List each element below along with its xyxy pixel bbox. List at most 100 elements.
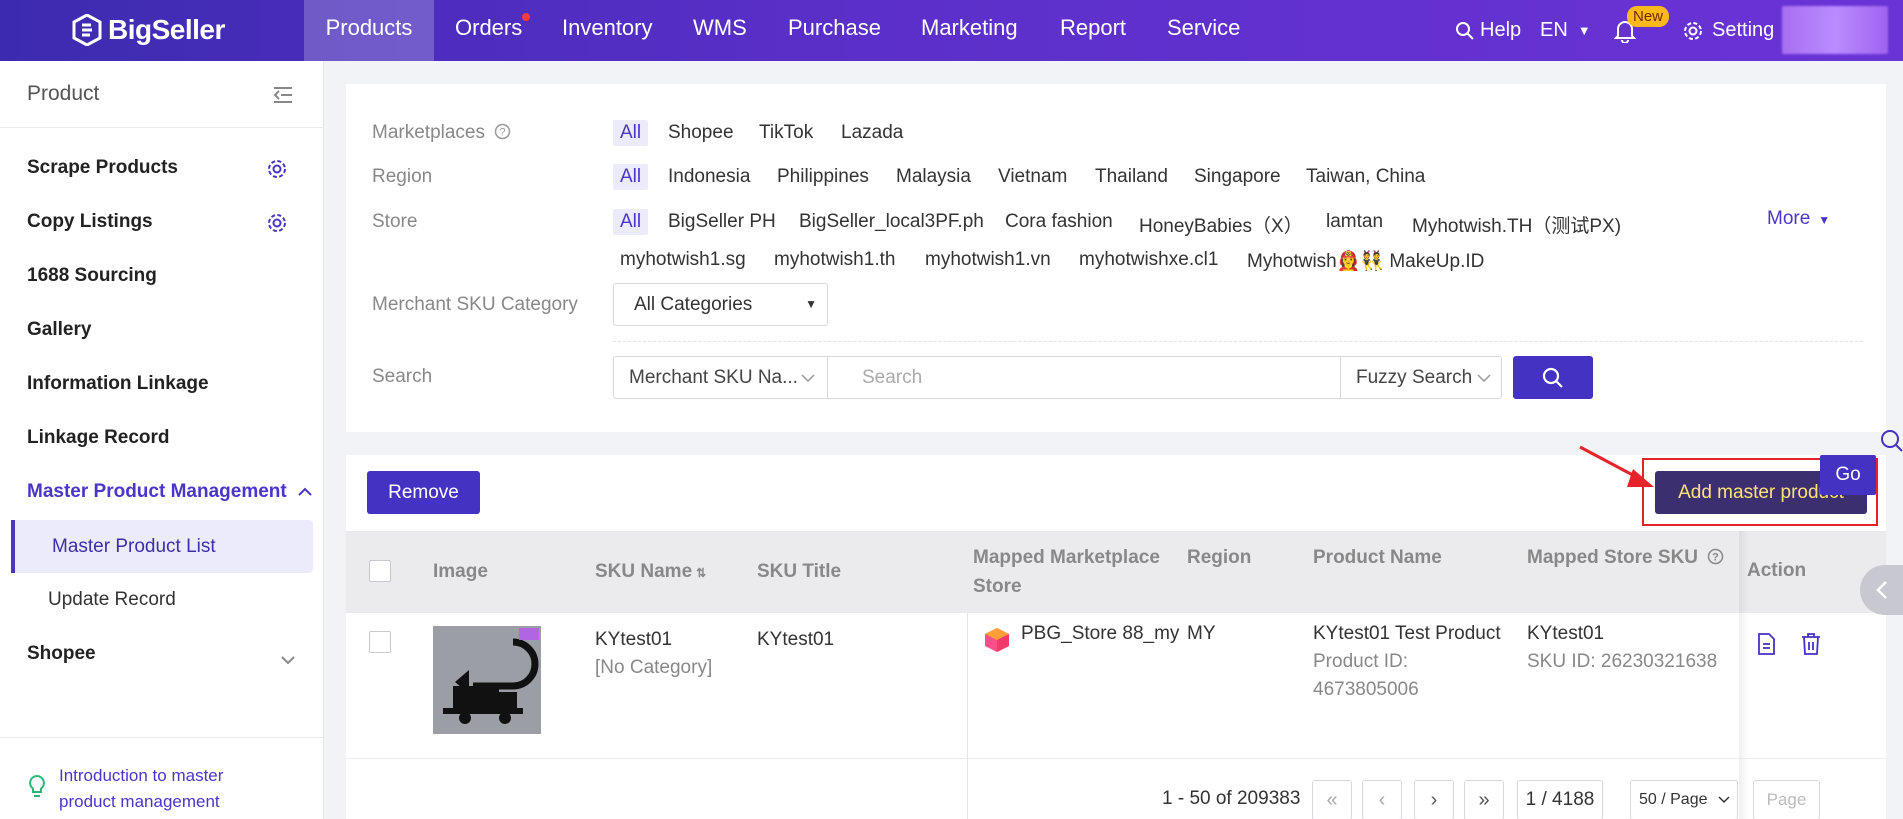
gear-icon[interactable] (266, 212, 288, 240)
page-input[interactable]: Page (1753, 780, 1820, 819)
help-circle-icon[interactable]: ? (1707, 545, 1724, 574)
sidebar-item-gallery[interactable]: Gallery (27, 319, 91, 341)
remove-button[interactable]: Remove (367, 471, 480, 514)
category-label: Merchant SKU Category (372, 294, 578, 315)
category-value: All Categories (634, 294, 753, 315)
filter-panel: Marketplaces ? All Shopee TikTok Lazada … (346, 84, 1886, 432)
sidebar-item-master-product-list[interactable]: Master Product List (11, 520, 313, 573)
language-label: EN (1540, 19, 1568, 41)
side-drawer-tab[interactable] (1860, 565, 1903, 615)
column-mapped-store-sku: Mapped Store SKU ? (1527, 543, 1724, 574)
store-sku: KYtest01 (1527, 623, 1605, 644)
nav-service[interactable]: Service (1167, 0, 1240, 61)
chip-store[interactable]: myhotwish1.vn (925, 249, 1051, 271)
chip-region-malaysia[interactable]: Malaysia (896, 166, 971, 188)
help-link[interactable]: Help (1455, 0, 1521, 61)
chip-region-vietnam[interactable]: Vietnam (998, 166, 1067, 188)
nav-purchase[interactable]: Purchase (788, 0, 881, 61)
search-button[interactable] (1513, 356, 1593, 399)
floating-search-icon[interactable] (1879, 428, 1903, 458)
bigseller-logo[interactable]: BigSeller (72, 12, 225, 48)
pagination-summary: 1 - 50 of 209383 (1162, 788, 1301, 809)
sidebar-item-label: Information Linkage (27, 373, 209, 394)
notification-dot (522, 13, 530, 21)
intro-link[interactable]: Introduction to master product managemen… (59, 763, 279, 815)
sidebar-title: Product (27, 82, 100, 105)
sidebar-item-update-record[interactable]: Update Record (11, 573, 313, 626)
chip-store[interactable]: BigSeller PH (668, 211, 776, 233)
product-image[interactable] (433, 626, 541, 734)
chip-region-philippines[interactable]: Philippines (777, 166, 869, 188)
language-select[interactable]: EN ▼ (1540, 0, 1591, 61)
chip-store[interactable]: myhotwishxe.cl1 (1079, 249, 1218, 271)
delete-trash-icon[interactable] (1801, 633, 1821, 661)
new-badge: New (1627, 6, 1670, 27)
row-checkbox[interactable] (369, 631, 391, 653)
search-mode-select[interactable]: Fuzzy Search (1341, 356, 1502, 399)
column-mapped-marketplace-store: Mapped Marketplace Store (973, 543, 1160, 601)
nav-orders[interactable]: Orders (455, 0, 530, 61)
column-sku-name[interactable]: SKU Name ⇅ (595, 557, 706, 588)
chip-store[interactable]: myhotwish1.th (774, 249, 895, 271)
next-page-button[interactable]: › (1414, 780, 1454, 819)
setting-button[interactable]: Setting (1682, 0, 1774, 61)
column-product-name: Product Name (1313, 547, 1442, 568)
page-size-select[interactable]: 50 / Page (1630, 780, 1738, 819)
mapped-store: PBG_Store 88_my (1021, 623, 1180, 644)
sidebar-item-shopee[interactable]: Shopee (27, 643, 96, 665)
chip-store[interactable]: BigSeller_local3PF.ph (799, 211, 984, 233)
search-input[interactable]: Search (828, 356, 1341, 399)
sidebar-item-1688-sourcing[interactable]: 1688 Sourcing (27, 265, 157, 287)
search-field-select[interactable]: Merchant SKU Na... (613, 356, 828, 399)
chevron-down-icon[interactable] (280, 649, 296, 671)
category-select[interactable]: All Categories ▼ (613, 283, 828, 326)
collapse-menu-icon[interactable] (272, 85, 294, 111)
sidebar-item-linkage-record[interactable]: Linkage Record (27, 427, 170, 449)
more-stores-toggle[interactable]: More ▼ (1767, 208, 1830, 230)
edit-document-icon[interactable] (1756, 633, 1776, 661)
chip-marketplace-shopee[interactable]: Shopee (668, 122, 734, 144)
product-name[interactable]: KYtest01 Test Product (1313, 620, 1501, 648)
chip-store-all[interactable]: All (613, 209, 649, 235)
sku-name[interactable]: KYtest01 (595, 626, 672, 654)
chip-region-indonesia[interactable]: Indonesia (668, 166, 750, 188)
last-page-button[interactable]: » (1464, 780, 1504, 819)
chip-store[interactable]: Myhotwish.TH（测试PX) (1412, 211, 1621, 238)
nav-inventory[interactable]: Inventory (562, 0, 653, 61)
first-page-button[interactable]: « (1312, 780, 1352, 819)
sidebar-item-label: Linkage Record (27, 427, 170, 448)
chip-marketplace-lazada[interactable]: Lazada (841, 122, 903, 144)
sku-category: [No Category] (595, 657, 713, 678)
chip-region-singapore[interactable]: Singapore (1194, 166, 1281, 188)
select-all-checkbox[interactable] (369, 560, 391, 582)
nav-wms[interactable]: WMS (693, 0, 747, 61)
chip-store[interactable]: Cora fashion (1005, 211, 1113, 233)
nav-products[interactable]: Products (304, 0, 434, 61)
gear-icon[interactable] (266, 158, 288, 186)
chip-store[interactable]: HoneyBabies（X） (1139, 211, 1303, 238)
sidebar-item-information-linkage[interactable]: Information Linkage (27, 373, 209, 395)
nav-report[interactable]: Report (1060, 0, 1126, 61)
prev-page-button[interactable]: ‹ (1362, 780, 1402, 819)
chip-store[interactable]: Myhotwish👩‍🚒👯 MakeUp.ID (1247, 249, 1484, 273)
sidebar-item-copy-listings[interactable]: Copy Listings (27, 211, 153, 233)
go-button[interactable]: Go (1820, 455, 1876, 495)
chip-region-thailand[interactable]: Thailand (1095, 166, 1168, 188)
chip-region-taiwan[interactable]: Taiwan, China (1306, 166, 1425, 188)
page-indicator: 1 / 4188 (1517, 780, 1603, 819)
help-circle-icon[interactable]: ? (494, 123, 511, 146)
chip-marketplace-tiktok[interactable]: TikTok (759, 122, 813, 144)
chip-marketplace-all[interactable]: All (613, 120, 649, 146)
chip-region-all[interactable]: All (613, 164, 649, 190)
divider (0, 737, 324, 738)
nav-marketing[interactable]: Marketing (921, 0, 1018, 61)
chevron-left-icon (1876, 581, 1887, 599)
chip-store[interactable]: lamtan (1326, 211, 1383, 233)
user-avatar[interactable] (1782, 6, 1888, 54)
chip-store[interactable]: myhotwish1.sg (620, 249, 746, 271)
nav-label: Purchase (788, 15, 881, 40)
sidebar-item-scrape-products[interactable]: Scrape Products (27, 157, 178, 179)
sidebar-item-master-product-management[interactable]: Master Product Management (27, 481, 313, 503)
search-field-value: Merchant SKU Na... (629, 367, 798, 388)
search-icon (1456, 21, 1474, 40)
